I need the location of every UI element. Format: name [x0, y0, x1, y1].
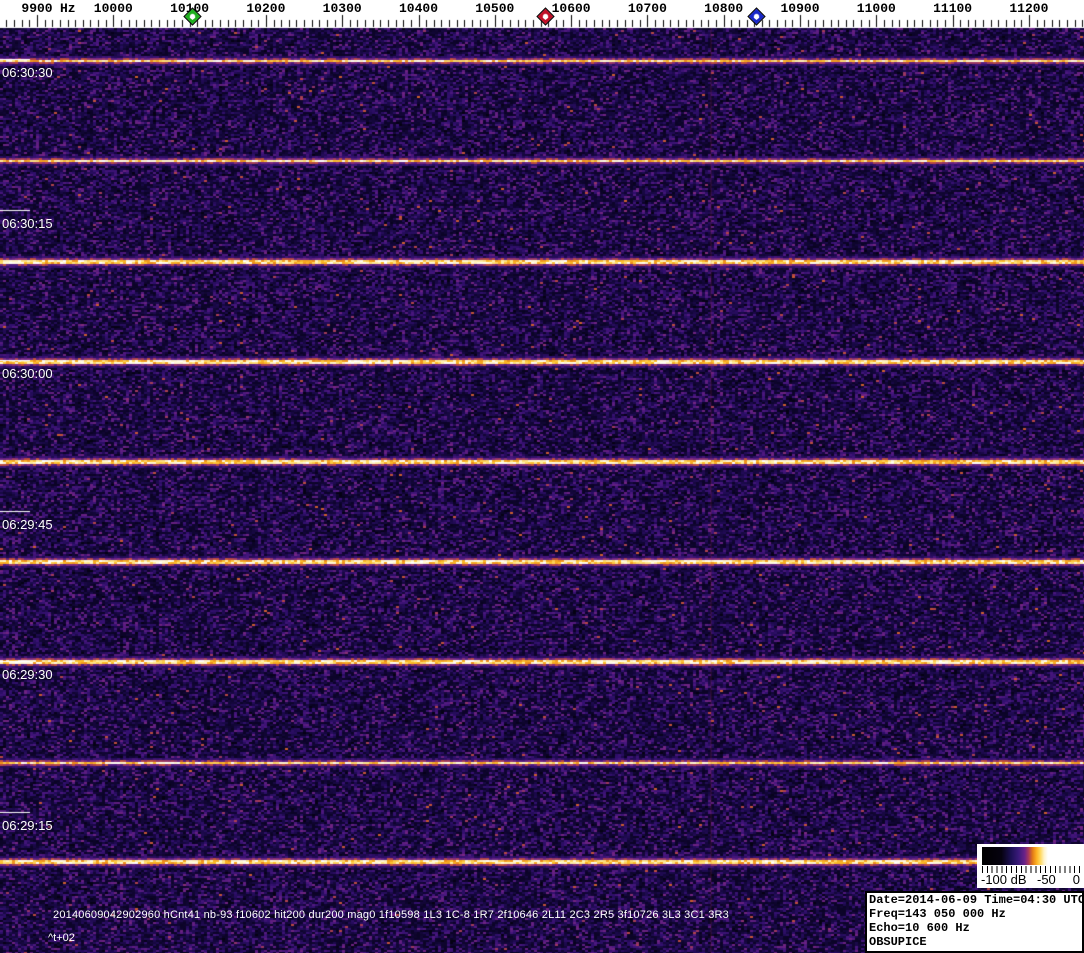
db-label-max: 0 — [1072, 872, 1080, 887]
time-tick-label: 06:29:45 — [2, 517, 53, 532]
freq-tick-label: 10200 — [246, 1, 286, 16]
footer-marker: ^t+02 — [48, 932, 75, 944]
status-line: 20140609042902960 hCnt41 nb-93 f10602 hi… — [53, 909, 729, 921]
info-station: OBSUPICE — [869, 935, 927, 949]
freq-tick-label: 10600 — [551, 1, 591, 16]
freq-tick-label: 10000 — [93, 1, 133, 16]
info-date-time: Date=2014-06-09 Time=04:30 UTC — [869, 893, 1084, 907]
db-legend-labels: -100 dB -50 0 — [977, 872, 1084, 887]
spectrogram-window: 9900100001010010200103001040010500106001… — [0, 0, 1084, 953]
time-tick-label: 06:30:15 — [2, 216, 53, 231]
freq-unit-label: Hz — [60, 1, 76, 16]
waterfall-canvas — [0, 0, 1084, 953]
freq-tick-label: 10800 — [704, 1, 744, 16]
freq-tick-label: 10900 — [780, 1, 820, 16]
freq-tick-label: 10700 — [627, 1, 667, 16]
info-echo: Echo=10 600 Hz — [869, 921, 970, 935]
time-tick-label: 06:29:15 — [2, 818, 53, 833]
green-diamond-center-dot — [189, 13, 196, 20]
db-label-min: -100 dB — [981, 872, 1027, 887]
time-tick-label: 06:30:00 — [2, 366, 53, 381]
red-diamond-center-dot — [542, 13, 549, 20]
observation-info-box: Date=2014-06-09 Time=04:30 UTC Freq=143 … — [865, 891, 1084, 953]
freq-tick-label: 11000 — [856, 1, 896, 16]
freq-tick-label: 11200 — [1009, 1, 1049, 16]
freq-tick-label: 10500 — [475, 1, 515, 16]
time-tick-label: 06:29:30 — [2, 667, 53, 682]
info-frequency: Freq=143 050 000 Hz — [869, 907, 1006, 921]
freq-tick-label: 10400 — [398, 1, 439, 16]
freq-tick-label: 11100 — [933, 1, 973, 16]
time-tick-label: 06:30:30 — [2, 65, 53, 80]
db-legend: -100 dB -50 0 — [977, 844, 1084, 888]
db-gradient-bar — [982, 847, 1079, 865]
db-label-mid: -50 — [1037, 872, 1056, 887]
blue-diamond-center-dot — [753, 13, 760, 20]
freq-tick-label: 10300 — [322, 1, 362, 16]
freq-tick-label: 9900 — [21, 1, 53, 16]
